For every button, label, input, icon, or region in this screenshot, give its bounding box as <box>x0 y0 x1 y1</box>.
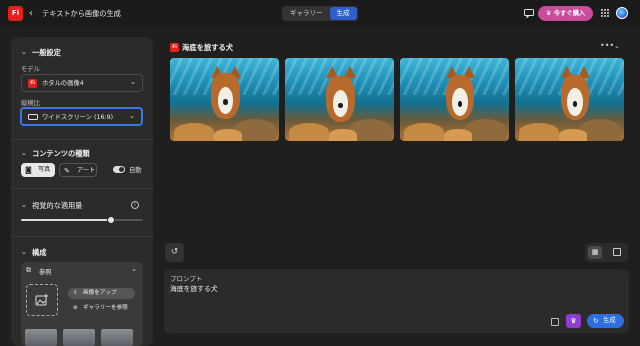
photo-label: 写真 <box>38 166 51 173</box>
chevron-down-icon: ⌄ <box>130 78 136 86</box>
premium-crown-icon[interactable]: ♛ <box>566 314 581 328</box>
generated-image-2[interactable] <box>285 58 394 141</box>
model-value: ホタルの画像4 <box>42 80 84 87</box>
auto-label: 自動 <box>129 167 142 174</box>
upload-image-label: 画像をアップ <box>83 290 117 296</box>
art-chip[interactable]: ✎ アート <box>59 163 97 177</box>
widescreen-icon <box>28 114 38 120</box>
chevron-down-icon[interactable]: ⌄ <box>21 248 27 256</box>
upload-icon: ⇪ <box>73 290 78 296</box>
single-view-icon[interactable] <box>613 248 621 256</box>
apps-grid-icon[interactable] <box>601 9 610 18</box>
avatar[interactable] <box>616 7 628 19</box>
composition-title[interactable]: 構成 <box>32 248 46 258</box>
image-drop-zone[interactable] <box>26 284 58 316</box>
firefly-logo[interactable]: Fi <box>8 6 23 21</box>
buy-now-label: 今すぐ購入 <box>553 10 586 17</box>
divider <box>11 188 153 189</box>
history-button[interactable]: ↺ <box>165 243 184 262</box>
reference-thumbnail[interactable] <box>25 329 57 346</box>
reference-thumbnail[interactable] <box>101 329 133 346</box>
chevron-down-icon: ⌄ <box>129 112 135 120</box>
prompt-input[interactable]: 海底を旅する犬 <box>170 284 218 294</box>
page-title: テキストから画像の生成 <box>42 9 121 18</box>
reference-icon: ⧉ <box>26 266 31 274</box>
content-type-title[interactable]: コンテンツの種類 <box>32 149 90 159</box>
refresh-icon: ↻ <box>593 317 599 325</box>
chevron-down-icon[interactable]: ⌄ <box>614 42 620 50</box>
image-upload-icon <box>35 294 48 306</box>
back-icon[interactable]: ‹ <box>29 7 33 20</box>
generate-button[interactable]: ↻ 生成 <box>587 314 624 328</box>
chevron-down-icon[interactable]: ⌄ <box>21 201 27 209</box>
generated-image-4[interactable] <box>515 58 624 141</box>
visual-intensity-title[interactable]: 視覚的な適用量 <box>32 201 82 211</box>
grid-view-icon[interactable]: ▦ <box>588 246 602 259</box>
model-label: モデル <box>21 66 40 73</box>
aspect-ratio-select[interactable]: ワイドスクリーン (16:9) ⌄ <box>20 107 143 126</box>
art-icon: ✎ <box>64 167 70 175</box>
divider <box>11 139 153 140</box>
divider <box>11 236 153 237</box>
slider-handle[interactable] <box>107 216 116 224</box>
browse-gallery-button[interactable]: ⊛ ギャラリーを参照 <box>68 303 135 314</box>
photo-chip[interactable]: ◙ 写真 <box>21 163 55 177</box>
art-label: アート <box>77 167 96 174</box>
firefly-result-icon: Fi <box>170 43 179 52</box>
reference-thumbnail[interactable] <box>63 329 95 346</box>
chevron-down-icon[interactable]: ⌄ <box>21 48 27 56</box>
history-icon: ↺ <box>170 247 179 257</box>
top-bar: Fi ‹ テキストから画像の生成 ギャラリー 生成 ♛ 今すぐ購入 <box>0 0 640 28</box>
settings-panel: ⌄ 一般設定 モデル Fi ホタルの画像4 ⌄ 縦横比 ワイドスクリーン (16… <box>11 37 153 346</box>
browse-gallery-label: ギャラリーを参照 <box>83 305 128 311</box>
slider-fill <box>21 219 112 221</box>
binoculars-icon: ⊛ <box>73 305 78 311</box>
more-options-icon[interactable]: ••• <box>600 41 614 50</box>
prompt-box[interactable]: プロンプト 海底を旅する犬 ♛ ↻ 生成 <box>164 269 629 333</box>
visual-intensity-slider[interactable] <box>21 216 143 224</box>
general-settings-title[interactable]: 一般設定 <box>32 48 61 58</box>
settings-icon[interactable] <box>551 318 559 326</box>
aspect-ratio-value: ワイドスクリーン (16:9) <box>42 114 114 121</box>
buy-now-button[interactable]: ♛ 今すぐ購入 <box>538 6 593 21</box>
auto-toggle[interactable] <box>113 166 125 173</box>
generated-image-1[interactable] <box>170 58 279 141</box>
generated-image-3[interactable] <box>400 58 509 141</box>
chevron-down-icon[interactable]: ⌄ <box>21 149 27 157</box>
prompt-label: プロンプト <box>170 275 203 283</box>
reference-label: 参照 <box>39 269 52 276</box>
chevron-down-icon[interactable]: ⌄ <box>131 265 137 273</box>
info-icon[interactable]: i <box>131 201 139 209</box>
camera-icon: ◙ <box>25 166 32 174</box>
firefly-model-icon: Fi <box>28 79 37 88</box>
model-select[interactable]: Fi ホタルの画像4 ⌄ <box>21 74 143 92</box>
upload-image-button[interactable]: ⇪ 画像をアップ <box>68 288 135 299</box>
aspect-ratio-label: 縦横比 <box>21 100 40 107</box>
mode-switch: ギャラリー 生成 <box>282 6 358 21</box>
tab-gallery[interactable]: ギャラリー <box>283 7 330 20</box>
generate-label: 生成 <box>603 317 616 324</box>
crown-icon: ♛ <box>545 10 552 17</box>
result-title: 海底を旅する犬 <box>182 43 234 52</box>
reference-box: ⧉ 参照 ⌄ ⇪ 画像をアップ ⊛ ギャラリーを参照 <box>21 262 143 346</box>
tab-generate[interactable]: 生成 <box>329 7 357 20</box>
feedback-icon[interactable] <box>524 9 534 18</box>
view-toggle: ▦ <box>585 243 628 262</box>
